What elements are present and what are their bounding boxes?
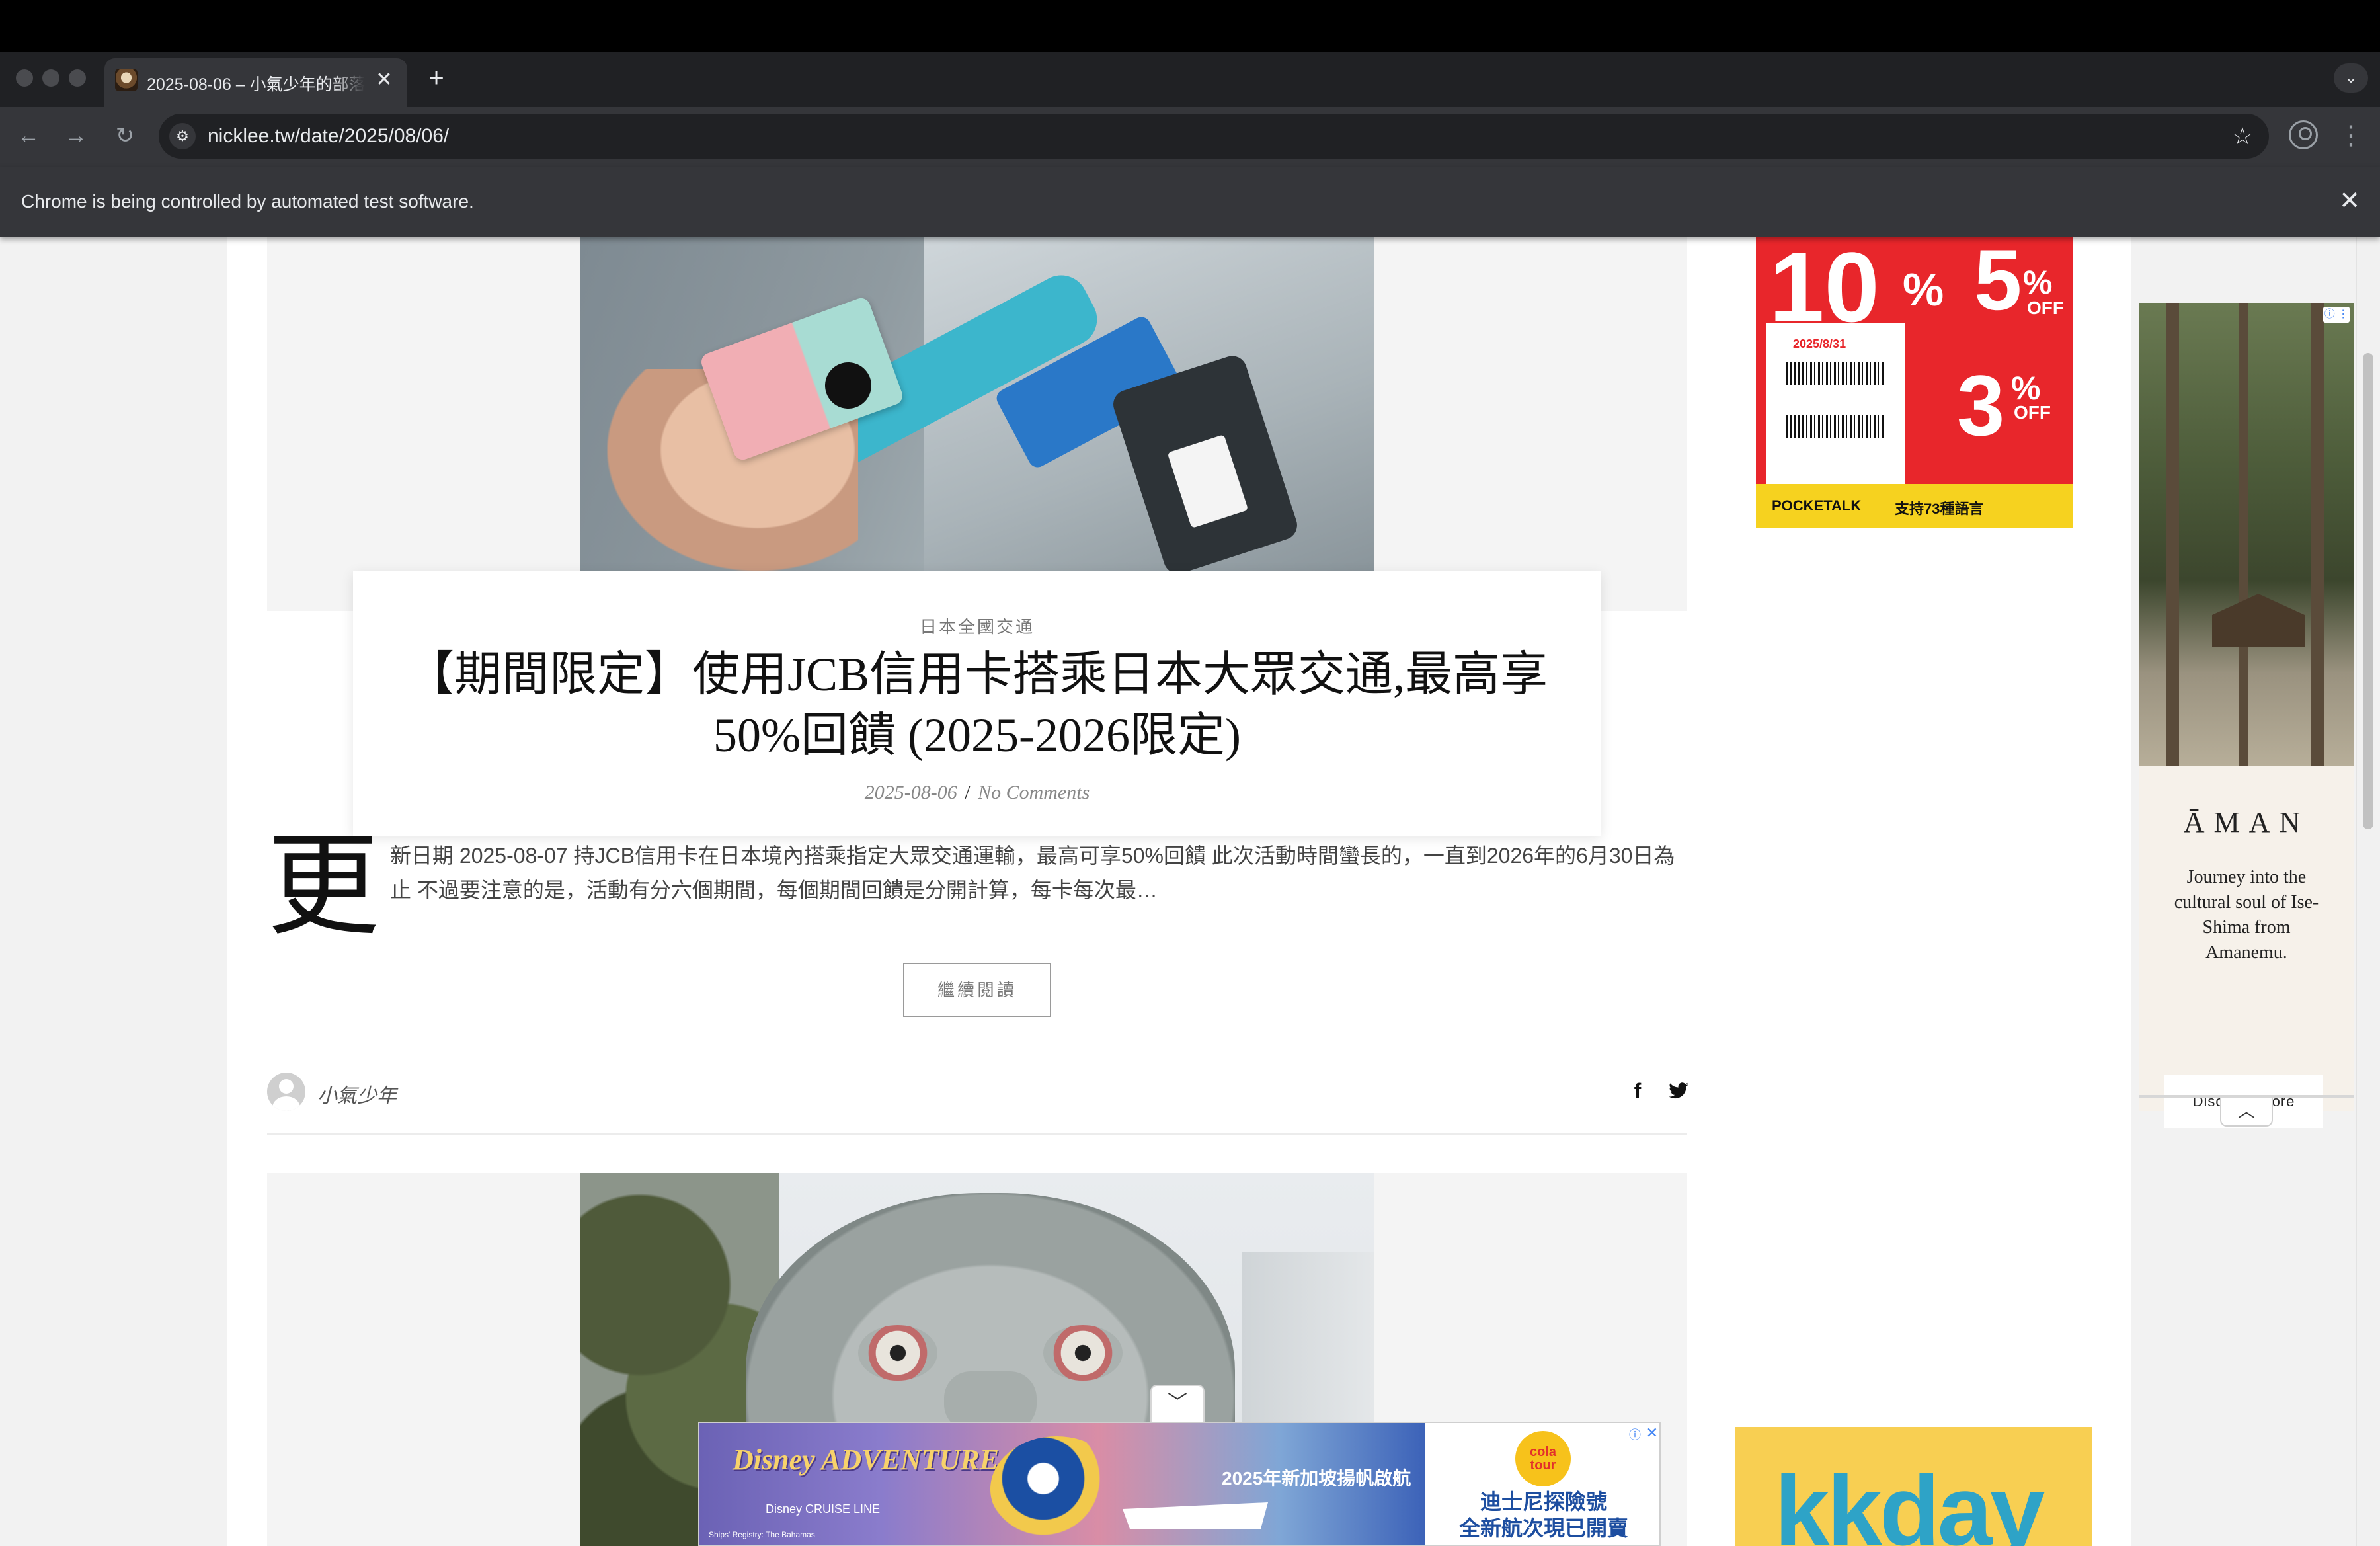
post-title-link[interactable]: 【期間限定】使用JCB信用卡搭乘日本大眾交通,最高享50%回饋 (2025-20…: [379, 644, 1575, 766]
twitter-icon[interactable]: [1667, 1080, 1690, 1102]
kkday-logo: kkday: [1774, 1455, 2045, 1546]
profile-icon[interactable]: [2289, 120, 2318, 149]
coupon-barcode-panel: 2025/8/31: [1766, 323, 1905, 488]
disney-cruise-line-logo: Disney CRUISE LINE: [766, 1502, 881, 1516]
ad-coupon-banner[interactable]: 10 % 5 % OFF 2025/8/31 3 % OFF POCKETALK…: [1756, 237, 2073, 528]
scrollbar-thumb[interactable]: [2363, 353, 2373, 829]
chevron-down-icon[interactable]: ﹀: [1150, 1385, 1205, 1422]
post-category-link[interactable]: 日本全國交通: [353, 614, 1601, 638]
bookmark-star-icon[interactable]: ☆: [2232, 122, 2253, 151]
ad-side-panel: cola tour 迪士尼探險號 全新航次現已開賣 ⓘ ✕: [1425, 1423, 1659, 1545]
tab-title: 2025-08-06 – 小氣少年的部落: [147, 75, 365, 94]
new-tab-plus-icon[interactable]: +: [422, 63, 451, 93]
read-more-button[interactable]: 繼續閱讀: [903, 963, 1051, 1017]
chevron-up-icon[interactable]: ︿: [2220, 1098, 2273, 1127]
facebook-icon[interactable]: f: [1628, 1078, 1647, 1104]
coupon-footer: POCKETALK 支持73種語言: [1756, 484, 2073, 528]
forward-arrow-icon[interactable]: →: [60, 119, 93, 152]
coupon-footer-note: 支持73種語言: [1895, 501, 1984, 517]
system-top-bar: [0, 0, 2380, 52]
ad-fine-print: Ships' Registry: The Bahamas: [709, 1530, 815, 1539]
ad-info-icon[interactable]: ⓘ ⋮: [2323, 307, 2350, 323]
ad-kkday[interactable]: kkday: [1735, 1427, 2092, 1546]
ad-promo-text: 2025年新加坡揚帆啟航: [1222, 1468, 1411, 1488]
featured-image-transit-gate[interactable]: [580, 237, 1374, 571]
coupon-off-2: OFF: [2014, 402, 2051, 423]
window-minimize-control[interactable]: [42, 69, 60, 87]
back-arrow-icon[interactable]: ←: [12, 119, 45, 152]
coupon-unit-2: %: [2023, 264, 2053, 301]
window-close-control[interactable]: [16, 69, 33, 87]
author-avatar[interactable]: [267, 1073, 305, 1111]
infobar-close-icon[interactable]: ✕: [2339, 184, 2360, 218]
coupon-date: 2025/8/31: [1793, 337, 1846, 350]
post-divider: [267, 1133, 1687, 1135]
more-vert-icon[interactable]: ⋮: [2338, 119, 2364, 152]
automation-infobar: Chrome is being controlled by automated …: [0, 167, 2380, 237]
site-settings-icon[interactable]: ⚙: [169, 123, 196, 149]
colatour-logo: cola tour: [1515, 1431, 1571, 1486]
barcode: [1786, 415, 1885, 438]
coupon-discount-3: 3: [1957, 357, 2005, 454]
barcode: [1786, 362, 1885, 385]
coupon-off-1: OFF: [2027, 298, 2064, 318]
mascots-image: [990, 1436, 1123, 1542]
coupon-discount-2: 5: [1974, 237, 2022, 328]
ad-disney-cruise-banner[interactable]: Disney ADVENTURE Disney CRUISE LINE 2025…: [698, 1422, 1661, 1546]
post-comments-link[interactable]: No Comments: [978, 782, 1090, 803]
tab-close-icon[interactable]: ✕: [373, 69, 395, 91]
aman-forest-image: [2139, 303, 2354, 766]
ship-image: [1123, 1502, 1268, 1529]
ad-info-icon[interactable]: ⓘ: [1629, 1426, 1641, 1443]
tab-search-chevron-down-icon[interactable]: ⌄: [2334, 63, 2368, 93]
ad-headline-2: 全新航次現已開賣: [1458, 1516, 1628, 1540]
post-excerpt: 新日期 2025-08-07 持JCB信用卡在日本境內搭乘指定大眾交通運輸，最高…: [390, 844, 1675, 902]
aman-logo: ĀMAN: [2183, 806, 2310, 838]
meta-separator: /: [965, 782, 971, 803]
ad-aman[interactable]: ⓘ ⋮ ĀMAN Journey into the cultural soul …: [2139, 303, 2354, 1128]
disney-adventure-logo: Disney ADVENTURE: [733, 1444, 999, 1476]
reload-icon[interactable]: ↻: [108, 119, 141, 152]
page-viewport: 日本全國交通 【期間限定】使用JCB信用卡搭乘日本大眾交通,最高享50%回饋 (…: [0, 237, 2380, 1546]
address-url[interactable]: nicklee.tw/date/2025/08/06/: [208, 125, 449, 147]
author-name-link[interactable]: 小氣少年: [317, 1079, 397, 1108]
coupon-unit-1: %: [1903, 264, 1944, 315]
ad-close-icon[interactable]: ✕: [1646, 1424, 1658, 1442]
disney-cruise-artwork: Disney ADVENTURE Disney CRUISE LINE 2025…: [699, 1423, 1425, 1545]
post-header-card: 日本全國交通 【期間限定】使用JCB信用卡搭乘日本大眾交通,最高享50%回饋 (…: [353, 571, 1601, 836]
browser-tab[interactable]: 2025-08-06 – 小氣少年的部落 ✕: [104, 58, 407, 107]
excerpt-dropcap: 更: [267, 825, 380, 949]
address-bar[interactable]: ⚙ nicklee.tw/date/2025/08/06/ ☆: [159, 114, 2269, 159]
infobar-message: Chrome is being controlled by automated …: [21, 191, 474, 212]
aman-copy: Journey into the cultural soul of Ise-Sh…: [2174, 867, 2319, 963]
site-favicon-icon: [115, 69, 138, 91]
window-zoom-control[interactable]: [69, 69, 86, 87]
coupon-footer-brand: POCKETALK: [1772, 497, 1862, 514]
post-date-link[interactable]: 2025-08-06: [865, 782, 957, 803]
post-meta: 2025-08-06 / No Comments: [353, 782, 1601, 804]
